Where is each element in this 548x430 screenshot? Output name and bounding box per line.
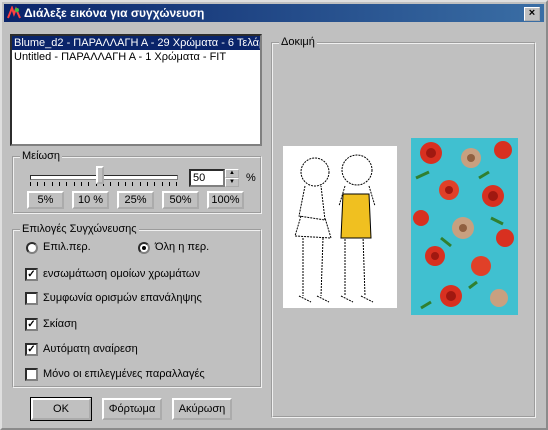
reduction-value-input[interactable]: 50: [189, 169, 225, 187]
reduction-slider-ticks: [30, 182, 180, 188]
reduction-slider-thumb[interactable]: [96, 166, 104, 184]
preview-line-drawing: [283, 146, 397, 308]
preset-25-button[interactable]: 25%: [117, 191, 154, 209]
radio-whole-label[interactable]: Όλη η περ.: [155, 241, 209, 253]
ok-button[interactable]: OK: [30, 397, 92, 421]
checkbox-label[interactable]: Συμφωνία ορισμών επανάληψης: [43, 292, 202, 304]
checkbox-label[interactable]: Αυτόματη αναίρεση: [43, 343, 138, 355]
preset-10-button[interactable]: 10 %: [72, 191, 109, 209]
checkbox-repeat-definitions[interactable]: [25, 292, 38, 305]
reduction-slider-track[interactable]: [30, 175, 178, 180]
checkbox-shading[interactable]: ✓: [25, 318, 38, 331]
title-bar[interactable]: Διάλεξε εικόνα για συγχώνευση ×: [4, 4, 544, 22]
list-item[interactable]: Blume_d2 - ΠΑΡΑΛΛΑΓΗ Α - 29 Χρώματα - 6 …: [12, 36, 260, 50]
preview-rose-pattern: [411, 138, 518, 315]
image-list[interactable]: Blume_d2 - ΠΑΡΑΛΛΑΓΗ Α - 29 Χρώματα - 6 …: [10, 34, 262, 146]
checkbox-label[interactable]: ενσωμάτωση ομοίων χρωμάτων: [43, 268, 200, 280]
checkbox-merge-similar-colors[interactable]: ✓: [25, 268, 38, 281]
merge-options-legend: Επιλογές Συγχώνευσης: [20, 223, 139, 235]
checkbox-label[interactable]: Μόνο οι επιλεγμένες παραλλαγές: [43, 368, 205, 380]
close-button[interactable]: ×: [524, 7, 540, 21]
cancel-button[interactable]: Ακύρωση: [172, 398, 232, 420]
list-item[interactable]: Untitled - ΠΑΡΑΛΛΑΓΗ Α - 1 Χρώματα - FIT: [12, 50, 260, 64]
spin-down-button[interactable]: ▼: [225, 178, 239, 187]
radio-selection-label[interactable]: Επιλ.περ.: [43, 241, 91, 253]
preset-5-button[interactable]: 5%: [27, 191, 64, 209]
reduction-spinner[interactable]: ▲ ▼: [225, 169, 239, 187]
radio-whole[interactable]: [138, 242, 150, 254]
checkbox-label[interactable]: Σκίαση: [43, 318, 77, 330]
radio-selection[interactable]: [26, 242, 38, 254]
app-icon: [7, 6, 21, 19]
reduction-legend: Μείωση: [20, 150, 63, 162]
spin-up-button[interactable]: ▲: [225, 169, 239, 178]
window-title: Διάλεξε εικόνα για συγχώνευση: [24, 6, 205, 20]
preview-legend: Δοκιμή: [279, 36, 317, 48]
close-icon: ×: [528, 7, 536, 19]
preset-100-button[interactable]: 100%: [207, 191, 244, 209]
checkbox-auto-undo[interactable]: ✓: [25, 343, 38, 356]
checkbox-selected-variations[interactable]: [25, 368, 38, 381]
percent-label: %: [246, 172, 256, 184]
preset-50-button[interactable]: 50%: [162, 191, 199, 209]
load-button[interactable]: Φόρτωμα: [102, 398, 162, 420]
